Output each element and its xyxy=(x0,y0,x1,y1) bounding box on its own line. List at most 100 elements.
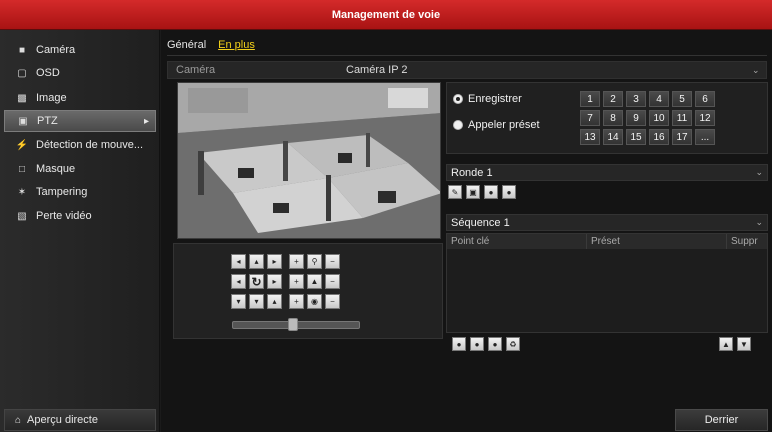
preset-panel: Enregistrer Appeler préset 1 2 3 4 5 6 7… xyxy=(446,82,768,154)
preset-button[interactable]: 16 xyxy=(649,129,669,145)
tab-advanced[interactable]: En plus xyxy=(218,39,255,51)
sidebar-item-label: OSD xyxy=(36,67,60,79)
patrol-value: Ronde 1 xyxy=(451,166,493,179)
back-button[interactable]: Derrier xyxy=(675,409,768,431)
auto-rotate-icon[interactable]: ↻ xyxy=(249,274,264,289)
more-presets-button[interactable]: ... xyxy=(695,129,715,145)
stop-icon[interactable]: ● xyxy=(488,337,502,351)
focus-icon: ▲ xyxy=(307,274,322,289)
preset-button[interactable]: 6 xyxy=(695,91,715,107)
radio-icon xyxy=(453,120,463,130)
sidebar-item-image[interactable]: ▩ Image xyxy=(4,87,156,109)
pan-left-button[interactable]: ◂ xyxy=(231,274,246,289)
ptz-icon: ▣ xyxy=(18,115,28,127)
call-preset-label: Appeler préset xyxy=(468,119,540,131)
sequence-select[interactable]: Séquence 1 ⌄ xyxy=(446,214,768,231)
preset-button[interactable]: 2 xyxy=(603,91,623,107)
sidebar-item-video-loss[interactable]: ▧ Perte vidéo xyxy=(4,205,156,227)
preset-button[interactable]: 10 xyxy=(649,110,669,126)
sidebar-item-mask[interactable]: □ Masque xyxy=(4,158,156,180)
sidebar-item-label: Tampering xyxy=(36,186,88,198)
sequence-table: Point clé Préset Suppr xyxy=(446,233,768,333)
office-camera-image xyxy=(178,83,440,238)
preset-button[interactable]: 15 xyxy=(626,129,646,145)
column-header-keypoint: Point clé xyxy=(447,234,587,249)
preset-button[interactable]: 4 xyxy=(649,91,669,107)
live-view-label: Aperçu directe xyxy=(27,414,98,426)
zoom-icon: ⚲ xyxy=(307,254,322,269)
iris-close-button[interactable]: − xyxy=(325,294,340,309)
preset-button[interactable]: 8 xyxy=(603,110,623,126)
pan-up-right-button[interactable]: ▸ xyxy=(267,254,282,269)
sidebar-item-label: Perte vidéo xyxy=(36,210,92,222)
ptz-control-panel: ◂ ▴ ▸ + ⚲ − ◂ ↻ ▸ + ▲ − ▾ ▾ ▴ + ◉ − xyxy=(173,243,443,339)
column-header-delete: Suppr xyxy=(731,236,758,247)
tampering-icon: ✶ xyxy=(17,186,27,198)
divider xyxy=(167,55,767,56)
sidebar-item-label: PTZ xyxy=(37,115,58,127)
camera-label: Caméra xyxy=(176,64,216,76)
preset-button[interactable]: 12 xyxy=(695,110,715,126)
iris-open-button[interactable]: + xyxy=(289,294,304,309)
focus-near-button[interactable]: + xyxy=(289,274,304,289)
zoom-in-button[interactable]: + xyxy=(289,254,304,269)
chevron-down-icon: ⌄ xyxy=(755,217,763,227)
tab-bar: Général En plus xyxy=(167,39,255,51)
preset-button[interactable]: 13 xyxy=(580,129,600,145)
preset-button[interactable]: 11 xyxy=(672,110,692,126)
camera-value: Caméra IP 2 xyxy=(346,64,408,76)
preset-button[interactable]: 7 xyxy=(580,110,600,126)
edit-icon[interactable]: ✎ xyxy=(448,185,462,199)
save-icon[interactable]: ▣ xyxy=(466,185,480,199)
preset-button[interactable]: 1 xyxy=(580,91,600,107)
preset-button[interactable]: 5 xyxy=(672,91,692,107)
sidebar-item-osd[interactable]: ▢ OSD xyxy=(4,62,156,84)
sidebar-item-label: Masque xyxy=(36,163,76,175)
call-preset-radio[interactable]: Appeler préset xyxy=(453,119,540,131)
arrow-down-icon[interactable]: ▼ xyxy=(737,337,751,351)
stop-icon[interactable]: ● xyxy=(502,185,516,199)
camera-icon: ■ xyxy=(18,44,26,56)
patrol-select[interactable]: Ronde 1 ⌄ xyxy=(446,164,768,181)
arrow-up-icon[interactable]: ▲ xyxy=(719,337,733,351)
video-preview xyxy=(177,82,441,239)
column-header-preset: Préset xyxy=(587,234,727,249)
camera-select[interactable]: Caméra Caméra IP 2 ⌄ xyxy=(167,61,767,79)
chevron-down-icon: ⌄ xyxy=(752,64,760,75)
sequence-order-toolbar: ▲ ▼ xyxy=(719,337,751,351)
preset-button[interactable]: 3 xyxy=(626,91,646,107)
preset-button[interactable]: 17 xyxy=(672,129,692,145)
pan-up-left-button[interactable]: ◂ xyxy=(231,254,246,269)
sequence-value: Séquence 1 xyxy=(451,216,510,229)
pan-up-button[interactable]: ▴ xyxy=(249,254,264,269)
add-icon[interactable]: ● xyxy=(452,337,466,351)
pan-down-left-button[interactable]: ▾ xyxy=(231,294,246,309)
preset-button[interactable]: 14 xyxy=(603,129,623,145)
window-title: Management de voie xyxy=(331,8,441,21)
speed-slider-handle[interactable] xyxy=(288,318,298,331)
pan-right-button[interactable]: ▸ xyxy=(267,274,282,289)
iris-icon: ◉ xyxy=(307,294,322,309)
pan-down-button[interactable]: ▾ xyxy=(249,294,264,309)
sidebar-item-camera[interactable]: ■ Caméra xyxy=(4,39,156,61)
zoom-out-button[interactable]: − xyxy=(325,254,340,269)
title-bar: Management de voie xyxy=(0,0,772,30)
motion-detection-icon: ⚡ xyxy=(15,139,29,151)
focus-far-button[interactable]: − xyxy=(325,274,340,289)
trash-icon[interactable]: ♻ xyxy=(506,337,520,351)
sidebar-item-tampering[interactable]: ✶ Tampering xyxy=(4,181,156,203)
sidebar-item-label: Caméra xyxy=(36,44,76,56)
mask-icon: □ xyxy=(18,163,26,175)
video-loss-icon: ▧ xyxy=(17,210,27,222)
home-icon: ⌂ xyxy=(15,414,22,426)
play-icon[interactable]: ● xyxy=(470,337,484,351)
record-radio[interactable]: Enregistrer xyxy=(453,93,522,105)
play-icon[interactable]: ● xyxy=(484,185,498,199)
tab-general[interactable]: Général xyxy=(167,39,206,51)
sidebar-item-motion-detection[interactable]: ⚡ Détection de mouve... xyxy=(4,134,156,156)
pan-down-right-button[interactable]: ▴ xyxy=(267,294,282,309)
live-view-button[interactable]: ⌂ Aperçu directe xyxy=(4,409,156,431)
sidebar-item-ptz[interactable]: ▣ PTZ ▸ xyxy=(4,110,156,132)
preset-button[interactable]: 9 xyxy=(626,110,646,126)
table-header: Point clé Préset Suppr xyxy=(447,234,767,249)
